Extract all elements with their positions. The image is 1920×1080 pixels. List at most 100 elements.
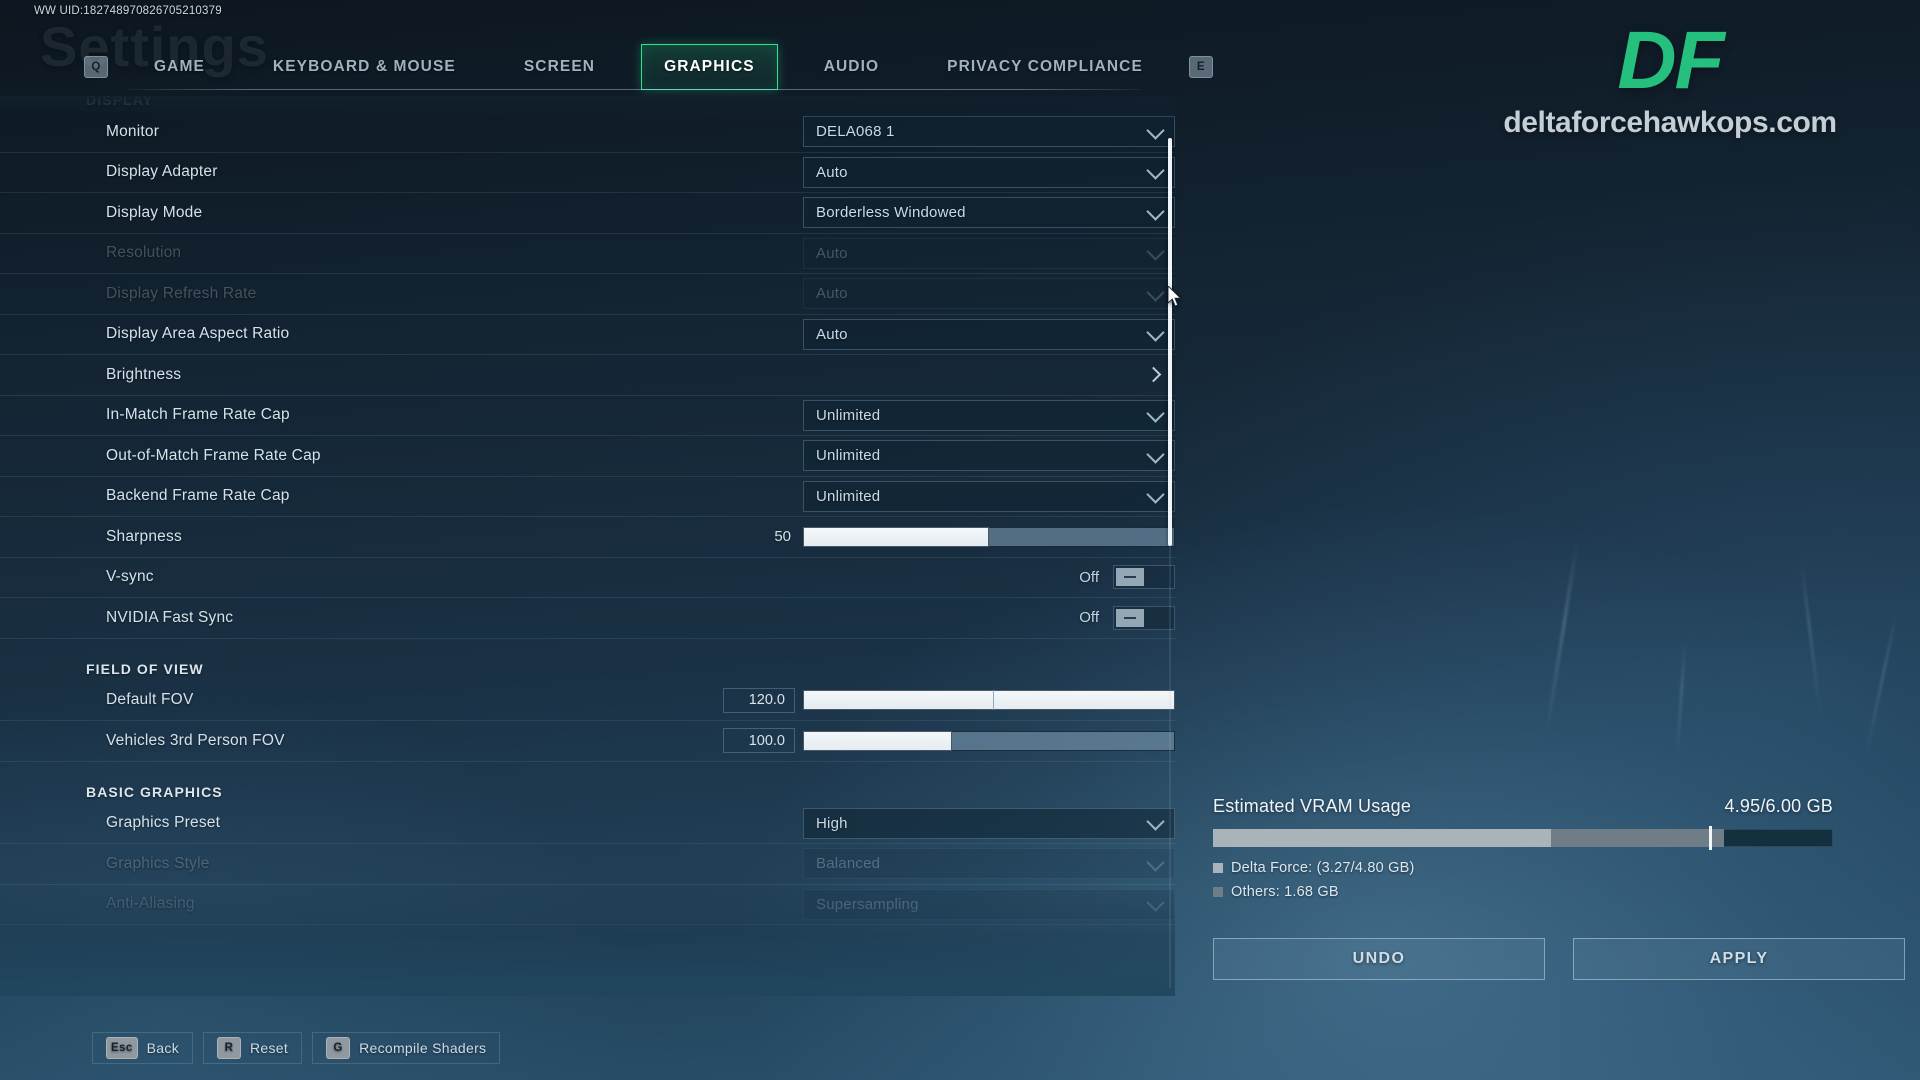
tab-game[interactable]: GAME	[132, 44, 227, 90]
undo-button[interactable]: UNDO	[1213, 938, 1545, 980]
setting-dropdown[interactable]: Unlimited	[803, 480, 1175, 512]
setting-control: High	[803, 807, 1175, 839]
setting-control: Auto	[803, 156, 1175, 188]
setting-label: Graphics Style	[106, 854, 210, 872]
dropdown-value: Balanced	[816, 855, 881, 873]
next-tab-key-hint[interactable]: E	[1188, 56, 1213, 78]
vram-game-segment	[1213, 829, 1551, 847]
setting-label: Brightness	[106, 365, 182, 383]
dropdown-value: Auto	[816, 325, 848, 343]
setting-toggle[interactable]	[1113, 565, 1175, 590]
setting-dropdown: Auto	[803, 278, 1175, 310]
setting-row[interactable]: Display Adapter Auto	[0, 153, 1175, 193]
vram-legend-item: Delta Force: (3.27/4.80 GB)	[1213, 860, 1833, 876]
setting-label: Graphics Preset	[106, 814, 221, 832]
setting-row[interactable]: Sharpness 50	[0, 517, 1175, 558]
tab-screen[interactable]: SCREEN	[502, 44, 617, 90]
setting-control: 50	[774, 526, 1175, 547]
setting-dropdown[interactable]: Unlimited	[803, 440, 1175, 472]
setting-dropdown[interactable]: Borderless Windowed	[803, 197, 1175, 229]
apply-button[interactable]: APPLY	[1573, 938, 1905, 980]
settings-panel: DISPLAY Monitor DELA068 1 Display Adapter Au…	[0, 96, 1175, 996]
setting-row[interactable]: In-Match Frame Rate Cap Unlimited	[0, 396, 1175, 436]
setting-row[interactable]: Brightness	[0, 355, 1175, 396]
setting-label: NVIDIA Fast Sync	[106, 608, 234, 626]
setting-label: Anti-Aliasing	[106, 895, 195, 913]
dropdown-value: Borderless Windowed	[816, 204, 966, 222]
mouse-cursor-icon	[1168, 286, 1182, 307]
setting-label: Backend Frame Rate Cap	[106, 487, 290, 505]
setting-row[interactable]: Display Area Aspect Ratio Auto	[0, 315, 1175, 355]
vram-usage-panel: Estimated VRAM Usage 4.95/6.00 GB Delta …	[1213, 796, 1833, 908]
setting-dropdown[interactable]: High	[803, 807, 1175, 839]
slider-fill	[803, 730, 952, 751]
toggle-state-label: Off	[1079, 568, 1099, 586]
setting-row[interactable]: NVIDIA Fast Sync Off	[0, 598, 1175, 639]
slider-number-field[interactable]: 120.0	[723, 687, 795, 713]
setting-row[interactable]: Graphics Preset High	[0, 804, 1175, 844]
chevron-down-icon	[1146, 323, 1165, 342]
tab-audio[interactable]: AUDIO	[802, 44, 901, 90]
setting-label: Display Refresh Rate	[106, 284, 257, 302]
bottom-hint-recompile-shaders[interactable]: G Recompile Shaders	[312, 1032, 501, 1064]
setting-dropdown[interactable]: DELA068 1	[803, 116, 1175, 148]
setting-dropdown: Auto	[803, 237, 1175, 269]
setting-dropdown[interactable]: Unlimited	[803, 399, 1175, 431]
setting-row: Graphics Style Balanced	[0, 844, 1175, 885]
setting-control: Off	[1079, 565, 1175, 590]
toggle-knob	[1116, 608, 1144, 627]
slider-control[interactable]: 50	[774, 526, 1175, 547]
slider-fill	[803, 690, 1175, 711]
setting-dropdown: Supersampling	[803, 888, 1175, 920]
slider-control[interactable]: 120.0	[723, 687, 1175, 713]
vram-legend: Delta Force: (3.27/4.80 GB) Others: 1.68 …	[1213, 860, 1833, 900]
legend-swatch-icon	[1213, 887, 1223, 897]
scrollbar-thumb[interactable]	[1168, 138, 1172, 546]
tab-privacy-compliance[interactable]: PRIVACY COMPLIANCE	[925, 44, 1165, 90]
setting-row[interactable]: V-sync Off	[0, 558, 1175, 598]
chevron-down-icon	[1146, 485, 1165, 504]
key-hint-label: Reset	[250, 1040, 289, 1056]
chevron-right-icon[interactable]	[1145, 366, 1162, 383]
tab-keyboard-mouse[interactable]: KEYBOARD & MOUSE	[251, 44, 478, 90]
slider-track[interactable]	[803, 526, 1175, 547]
bottom-hint-back[interactable]: Esc Back	[92, 1032, 193, 1064]
legend-label: Others: 1.68 GB	[1231, 884, 1339, 900]
tab-graphics[interactable]: GRAPHICS	[641, 44, 778, 90]
setting-row[interactable]: Vehicles 3rd Person FOV 100.0	[0, 721, 1175, 762]
slider-track[interactable]	[803, 690, 1175, 711]
setting-row[interactable]: Monitor DELA068 1	[0, 112, 1175, 153]
setting-control: Balanced	[803, 848, 1175, 880]
setting-label: Display Mode	[106, 203, 203, 221]
dropdown-value: Unlimited	[816, 487, 881, 505]
tab-bar-underline	[128, 89, 1142, 90]
slider-track[interactable]	[803, 730, 1175, 751]
setting-row[interactable]: Display Mode Borderless Windowed	[0, 193, 1175, 234]
setting-control: Unlimited	[803, 440, 1175, 472]
setting-row[interactable]: Backend Frame Rate Cap Unlimited	[0, 477, 1175, 517]
chevron-down-icon	[1146, 121, 1165, 140]
setting-dropdown[interactable]: Auto	[803, 318, 1175, 350]
vram-others-segment	[1550, 829, 1725, 847]
background-streak	[1544, 540, 1579, 740]
settings-tab-bar: Q GAME KEYBOARD & MOUSE SCREEN GRAPHICS …	[0, 44, 1213, 90]
prev-tab-key-hint[interactable]: Q	[84, 56, 108, 78]
setting-control: Off	[1079, 605, 1175, 630]
chevron-down-icon	[1146, 161, 1165, 180]
bottom-hint-reset[interactable]: R Reset	[203, 1032, 303, 1064]
chevron-down-icon	[1146, 242, 1165, 261]
setting-label: Out-of-Match Frame Rate Cap	[106, 446, 321, 464]
setting-row[interactable]: Default FOV 120.0	[0, 681, 1175, 721]
setting-toggle[interactable]	[1113, 605, 1175, 630]
background-streak	[1800, 560, 1822, 720]
setting-control: Supersampling	[803, 888, 1175, 920]
dropdown-value: High	[816, 814, 848, 832]
dropdown-value: Supersampling	[816, 895, 919, 913]
dropdown-value: Unlimited	[816, 406, 881, 424]
setting-row[interactable]: Out-of-Match Frame Rate Cap Unlimited	[0, 436, 1175, 477]
setting-dropdown[interactable]: Auto	[803, 156, 1175, 188]
slider-control[interactable]: 100.0	[723, 728, 1175, 754]
slider-number-field[interactable]: 100.0	[723, 728, 795, 754]
vram-legend-item: Others: 1.68 GB	[1213, 884, 1833, 900]
bottom-hint-bar: Esc Back R Reset G Recompile Shaders	[0, 1016, 1200, 1080]
